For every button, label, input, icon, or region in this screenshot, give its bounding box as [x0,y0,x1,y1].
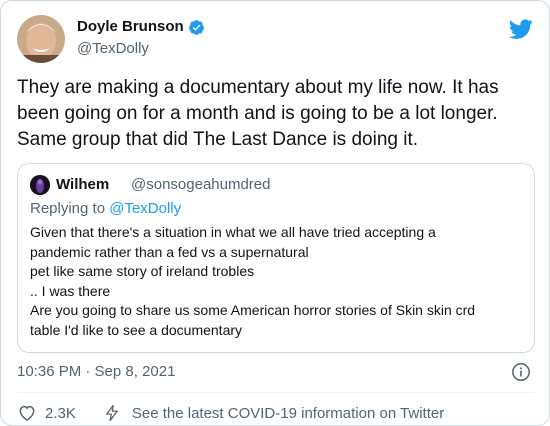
tweet-timestamp[interactable]: 10:36 PM · Sep 8, 2021 [17,363,175,381]
info-icon[interactable] [511,362,531,382]
quoted-tweet-text: Given that there's a situation in what w… [30,224,476,338]
quoted-tweet[interactable]: Wilhem @sonsogeahumdred Replying to @Tex… [17,163,535,353]
covid-info-link[interactable]: See the latest COVID-19 information on T… [132,405,444,422]
author-name-text[interactable]: Doyle Brunson [77,18,184,36]
quoted-author-handle[interactable]: @sonsogeahumdred [131,176,270,194]
verified-badge-icon [188,19,205,36]
replying-to: Replying to @TexDolly [30,200,181,218]
tweet-text: They are making a documentary about my l… [17,77,499,150]
heart-icon[interactable] [17,403,37,423]
quoted-avatar[interactable] [30,175,50,195]
replying-to-mention[interactable]: @TexDolly [109,200,181,217]
action-bar: 2.3K See the latest COVID-19 information… [17,403,444,423]
lightning-bolt-icon [103,404,121,422]
avatar[interactable] [17,15,65,63]
quoted-author-name[interactable]: Wilhem [56,176,109,194]
tweet-card[interactable]: Doyle Brunson @TexDolly They are making … [0,0,550,426]
divider [17,392,535,393]
author-name[interactable]: Doyle Brunson [77,18,205,36]
twitter-bird-icon[interactable] [508,17,533,41]
replying-to-prefix: Replying to [30,200,110,217]
like-count[interactable]: 2.3K [45,405,76,422]
author-handle[interactable]: @TexDolly [77,40,149,58]
